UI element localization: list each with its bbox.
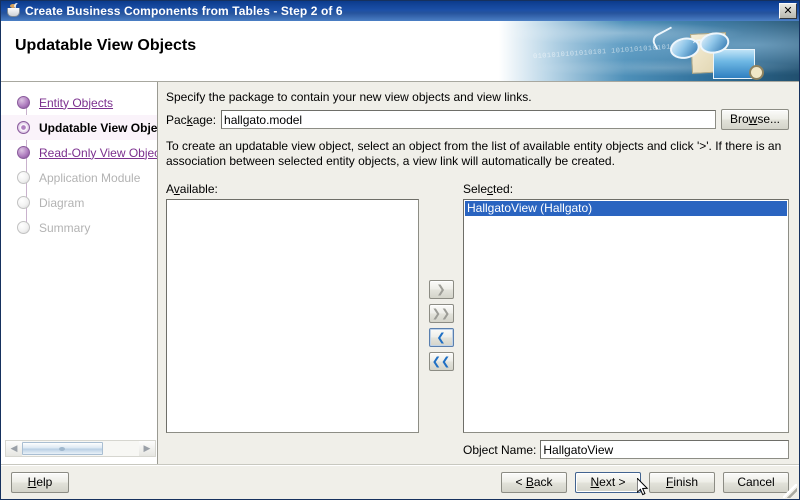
java-coffee-cup-icon [5, 2, 22, 19]
step-dot-icon [17, 171, 30, 184]
wizard-step-sidebar: Entity Objects Updatable View Objects Re… [1, 82, 158, 465]
sidebar-step-updatable-view-objects[interactable]: Updatable View Objects [1, 115, 158, 140]
move-all-right-button[interactable]: ❯❯ [428, 304, 454, 323]
list-item[interactable]: HallgatoView (Hallgato) [465, 201, 787, 216]
wizard-banner: 0101010101010101 1010101010101 010101010… [1, 21, 799, 82]
close-icon[interactable]: ✕ [779, 3, 797, 19]
object-name-row: Object Name: [463, 440, 789, 459]
transfer-button-group: ❯ ❯❯ ❮ ❮❮ [419, 182, 463, 371]
gear-icon [749, 65, 764, 80]
scroll-right-arrow-icon[interactable]: ▶ [139, 441, 155, 456]
sidebar-step-diagram: Diagram [1, 190, 157, 215]
step-label: Updatable View Objects [39, 120, 158, 135]
scrollbar-thumb[interactable] [22, 442, 103, 455]
cancel-button[interactable]: Cancel [723, 472, 789, 493]
sidebar-horizontal-scrollbar[interactable]: ◀ ▶ [5, 440, 156, 457]
page-title: Updatable View Objects [15, 37, 197, 54]
sidebar-step-application-module: Application Module [1, 165, 157, 190]
package-label: Package: [166, 112, 217, 127]
available-column: Available: [166, 182, 419, 433]
move-right-button[interactable]: ❯ [428, 280, 454, 299]
selected-label: Selected: [463, 182, 514, 196]
window-title: Create Business Components from Tables -… [25, 4, 343, 18]
title-bar: Create Business Components from Tables -… [1, 1, 799, 21]
object-name-label: Object Name: [463, 442, 537, 457]
step-dot-icon [17, 96, 30, 109]
step-list: Entity Objects Updatable View Objects Re… [1, 90, 158, 240]
banner-artwork: 0101010101010101 1010101010101 010101010… [499, 21, 799, 81]
available-label: Available: [166, 182, 218, 196]
selected-listbox[interactable]: HallgatoView (Hallgato) [463, 199, 789, 433]
resize-grip-icon[interactable] [783, 484, 797, 498]
step-label: Summary [39, 220, 91, 235]
package-input[interactable] [221, 110, 716, 129]
step-dot-icon [17, 196, 30, 209]
object-name-input[interactable] [540, 440, 789, 459]
selected-column: Selected: HallgatoView (Hallgato) Object… [463, 182, 789, 459]
wizard-dialog: Create Business Components from Tables -… [0, 0, 800, 500]
description-text: To create an updatable view object, sele… [166, 139, 782, 168]
package-row: Package: Browse... [166, 109, 789, 130]
dialog-body: Entity Objects Updatable View Objects Re… [1, 82, 799, 465]
sidebar-step-summary: Summary [1, 215, 157, 240]
step-dot-icon [17, 221, 30, 234]
browse-button[interactable]: Browse... [720, 109, 789, 130]
next-button[interactable]: Next > [575, 472, 641, 493]
step-dot-icon [17, 146, 30, 159]
back-button[interactable]: < Back [501, 472, 567, 493]
sidebar-step-entity-objects[interactable]: Entity Objects [1, 90, 157, 115]
available-listbox[interactable] [166, 199, 419, 433]
sidebar-step-read-only-view-objects[interactable]: Read-Only View Objects [1, 140, 157, 165]
move-all-left-button[interactable]: ❮❮ [428, 352, 454, 371]
main-content-pane: Specify the package to contain your new … [158, 82, 799, 465]
help-button[interactable]: Help [11, 472, 69, 493]
step-label[interactable]: Read-Only View Objects [39, 146, 157, 160]
transfer-lists: Available: ❯ ❯❯ ❮ ❮❮ Selected: HallgatoV… [166, 182, 789, 459]
scroll-left-arrow-icon[interactable]: ◀ [6, 441, 22, 456]
step-label: Diagram [39, 195, 85, 210]
step-dot-icon [17, 121, 30, 134]
scrollbar-track[interactable] [22, 441, 139, 456]
finish-button[interactable]: Finish [649, 472, 715, 493]
move-left-button[interactable]: ❮ [428, 328, 454, 347]
dialog-footer: Help < Back Next > Finish Cancel [1, 464, 799, 499]
intro-text: Specify the package to contain your new … [166, 90, 532, 104]
step-label: Application Module [39, 170, 141, 185]
step-label[interactable]: Entity Objects [39, 96, 113, 110]
